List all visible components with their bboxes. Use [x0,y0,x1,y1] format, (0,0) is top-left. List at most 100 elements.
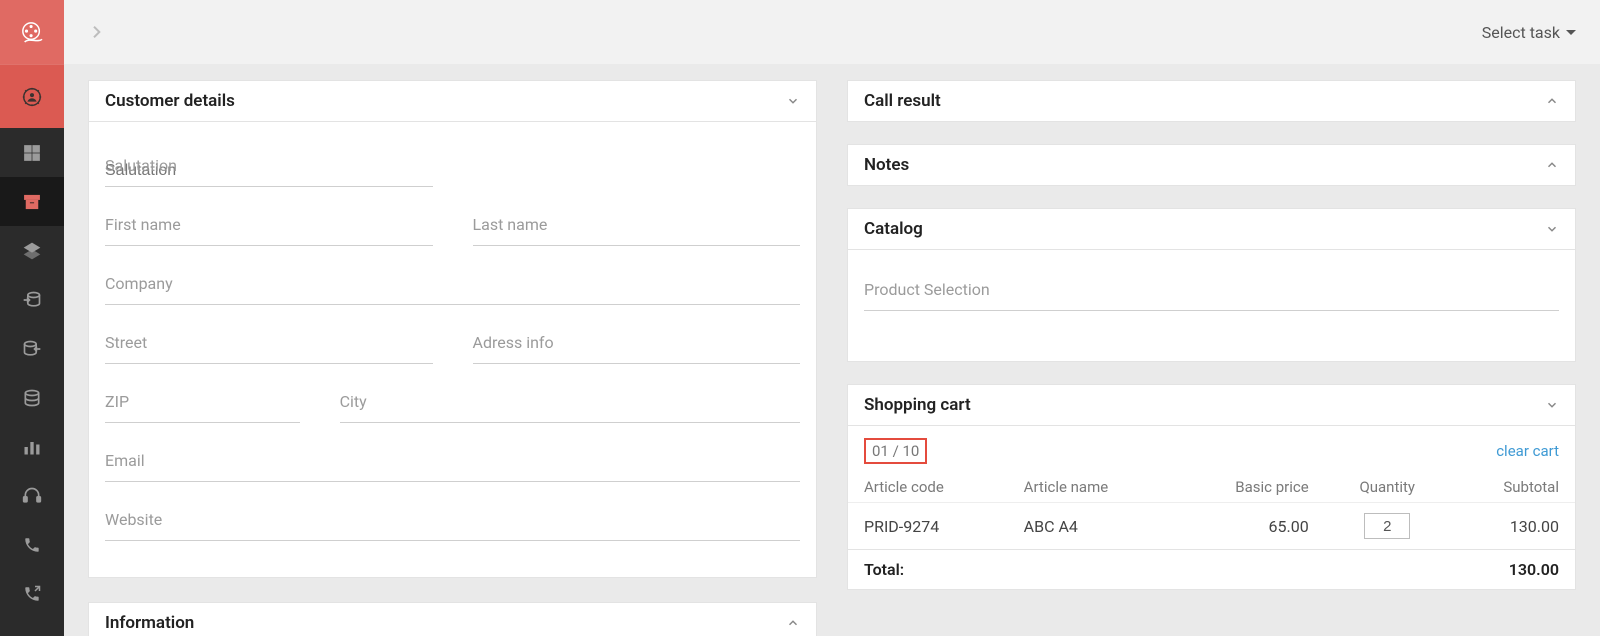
field-zip: ZIP [105,392,300,423]
panel-shopping-cart: Shopping cart 01 / 10 clear cart Article… [847,384,1576,590]
sidebar-item-call[interactable] [0,520,64,569]
cell-name: ABC A4 [1008,503,1174,550]
phone-callback-icon [21,583,43,605]
field-last-name: Last name [473,215,801,246]
sidebar-item-stats[interactable] [0,422,64,471]
field-salutation: Salutation [105,156,433,187]
phone-icon [21,534,43,556]
sidebar-item-layers[interactable] [0,226,64,275]
database-in-icon [21,289,43,311]
column-left: Customer details Salutation [88,80,817,624]
address-info-input[interactable] [473,333,801,364]
field-company: Company [105,274,800,305]
grid-icon [21,142,43,164]
field-email: Email [105,451,800,482]
cart-table: Article code Article name Basic price Qu… [848,472,1575,589]
panel-title: Notes [864,155,909,175]
bar-chart-icon [21,436,43,458]
database-out-icon [21,338,43,360]
headset-icon [21,485,43,507]
sidebar-item-database[interactable] [0,373,64,422]
cart-meta: 01 / 10 clear cart [848,426,1575,472]
panel-header-customer-details[interactable]: Customer details [89,81,816,122]
col-quantity: Quantity [1325,472,1450,503]
chevron-up-icon [1545,158,1559,172]
panel-title: Information [105,613,194,633]
chevron-down-icon [1545,398,1559,412]
cell-price: 65.00 [1174,503,1325,550]
panel-catalog: Catalog Product Selection [847,208,1576,362]
total-label: Total: [848,550,1008,590]
database-icon [21,387,43,409]
sidebar-item-support[interactable] [0,471,64,520]
field-website: Website [105,510,800,541]
salutation-input[interactable] [105,156,433,187]
film-reel-icon [21,21,43,43]
col-article-name: Article name [1008,472,1174,503]
sidebar-item-export[interactable] [0,324,64,373]
cart-header-row: Article code Article name Basic price Qu… [848,472,1575,503]
panel-header-catalog[interactable]: Catalog [848,209,1575,250]
spacer [64,64,1600,80]
field-product-selection: Product Selection [864,280,1559,311]
panel-information: Information [88,602,817,636]
col-basic-price: Basic price [1174,472,1325,503]
cart-row: PRID-9274 ABC A4 65.00 130.00 [848,503,1575,550]
gear-user-icon [21,86,43,108]
panel-notes: Notes [847,144,1576,186]
col-subtotal: Subtotal [1450,472,1575,503]
zip-input[interactable] [105,392,300,423]
catalog-body: Product Selection [848,250,1575,361]
sidebar-item-callback[interactable] [0,569,64,618]
chevron-up-icon [786,616,800,630]
chevron-down-icon [1545,222,1559,236]
panel-header-information[interactable]: Information [89,603,816,636]
sidebar-item-archive[interactable] [0,177,64,226]
archive-icon [21,191,43,213]
col-article-code: Article code [848,472,1008,503]
panel-header-shopping-cart[interactable]: Shopping cart [848,385,1575,426]
panel-title: Shopping cart [864,395,971,415]
sidebar [0,0,64,636]
panel-title: Call result [864,91,941,111]
app-root: Select task Customer details [0,0,1600,636]
field-first-name: First name [105,215,433,246]
city-input[interactable] [340,392,800,423]
content: Customer details Salutation [64,80,1600,636]
panel-customer-details: Customer details Salutation [88,80,817,578]
last-name-input[interactable] [473,215,801,246]
field-city: City [340,392,800,423]
sidebar-item-admin[interactable] [0,64,64,128]
chevron-up-icon [1545,94,1559,108]
clear-cart-link[interactable]: clear cart [1496,442,1559,460]
layers-icon [21,240,43,262]
cart-total-row: Total: 130.00 [848,550,1575,590]
product-selection-input[interactable] [864,280,1559,311]
panel-title: Catalog [864,219,923,239]
cell-code: PRID-9274 [848,503,1008,550]
website-input[interactable] [105,510,800,541]
panel-title: Customer details [105,91,235,111]
sidebar-item-import[interactable] [0,275,64,324]
caret-down-icon [1566,30,1576,35]
quantity-input[interactable] [1364,513,1410,539]
company-input[interactable] [105,274,800,305]
select-task-dropdown[interactable]: Select task [1482,23,1576,42]
field-address-info: Adress info [473,333,801,364]
panel-call-result: Call result [847,80,1576,122]
sidebar-item-dashboard[interactable] [0,128,64,177]
cell-qty [1325,503,1450,550]
main: Select task Customer details [64,0,1600,636]
email-input[interactable] [105,451,800,482]
customer-form: Salutation First name Last name [89,122,816,577]
breadcrumb-chevron-icon[interactable] [88,19,104,45]
sidebar-brand[interactable] [0,0,64,64]
panel-header-notes[interactable]: Notes [848,145,1575,185]
street-input[interactable] [105,333,433,364]
panel-header-call-result[interactable]: Call result [848,81,1575,121]
first-name-input[interactable] [105,215,433,246]
select-task-label: Select task [1482,23,1560,42]
chevron-down-icon [786,94,800,108]
topbar: Select task [64,0,1600,64]
cell-subtotal: 130.00 [1450,503,1575,550]
